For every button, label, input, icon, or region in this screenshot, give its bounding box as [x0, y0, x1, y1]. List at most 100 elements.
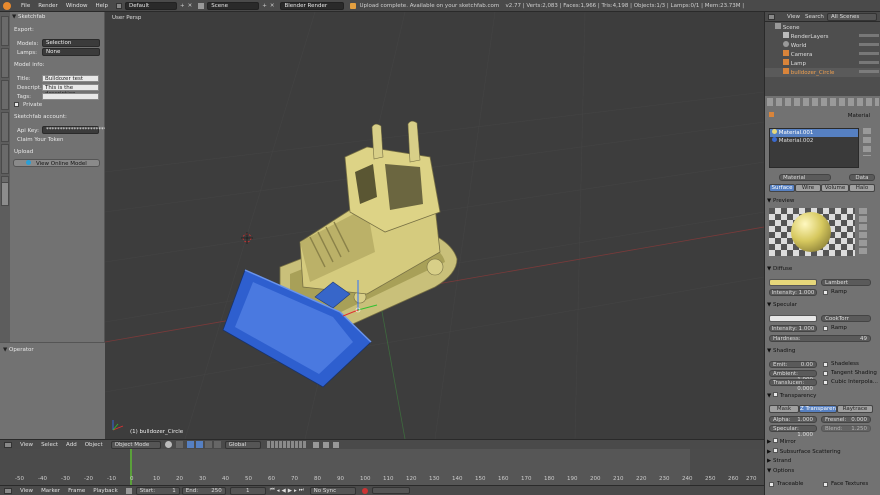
material-name-field[interactable]: Material [779, 174, 831, 181]
transparency-header[interactable]: ▼ Transparency [767, 392, 877, 399]
shading-icon[interactable] [164, 441, 172, 448]
specular-shader-dropdown[interactable]: CookTorr [821, 315, 871, 322]
lock-icon[interactable] [312, 441, 319, 448]
specular-header[interactable]: ▼ Specular [767, 302, 877, 308]
operator-header[interactable]: ▼ Operator [3, 347, 34, 353]
start-frame-field[interactable]: Start: 1 [135, 486, 180, 495]
view-online-button[interactable]: View Online Model [13, 159, 100, 167]
strand-header[interactable]: ▶ Strand [767, 458, 877, 464]
cubic-interpolation-checkbox[interactable] [823, 380, 828, 385]
menu-marker[interactable]: Marker [37, 488, 64, 494]
emit-field[interactable]: Emit: 0.00 [769, 361, 817, 368]
snap-icon[interactable] [322, 441, 329, 448]
diffuse-color-swatch[interactable] [769, 279, 817, 286]
tab-wire[interactable]: Wire [795, 184, 821, 192]
tangent-shading-checkbox[interactable] [823, 371, 828, 376]
collapse-arrow-icon[interactable]: ▼ [3, 347, 7, 353]
layout-close-button[interactable]: ✕ [188, 3, 193, 9]
manipulator-toggle-icon[interactable] [186, 441, 194, 448]
material-slot[interactable]: Material.001 [770, 129, 858, 137]
next-keyframe-button[interactable]: ▸ [294, 488, 297, 494]
collapse-arrow-icon[interactable]: ▼ [12, 14, 16, 20]
material-slot[interactable]: Material.002 [770, 137, 858, 145]
preview-type-buttons[interactable] [859, 208, 867, 254]
scene-add-button[interactable]: + [262, 3, 267, 9]
screen-layout-icon[interactable] [116, 2, 123, 9]
material-slot-list[interactable]: Material.001 Material.002 [769, 128, 859, 168]
preview-range-icon[interactable] [125, 487, 132, 494]
rotate-icon[interactable] [204, 441, 212, 448]
specular-ramp-checkbox[interactable] [823, 326, 828, 331]
menu-render[interactable]: Render [34, 3, 62, 9]
pivot-icon[interactable] [175, 441, 183, 448]
preview-header[interactable]: ▼ Preview [767, 198, 877, 204]
translate-icon[interactable] [195, 441, 203, 448]
tab-physics[interactable] [1, 144, 9, 174]
diffuse-intensity-field[interactable]: Intensity: 1.000 [769, 289, 817, 296]
hardness-field[interactable]: Hardness: 49 [769, 335, 871, 342]
tab-create[interactable] [1, 48, 9, 78]
outliner-item-scene[interactable]: Scene [765, 23, 880, 32]
fresnel-field[interactable]: Fresnel: 0.000 [821, 416, 871, 423]
face-textures-checkbox[interactable] [823, 482, 828, 487]
tab-relations[interactable] [1, 80, 9, 110]
panel-header[interactable]: ▼ Sketchfab [12, 14, 45, 20]
lamps-dropdown[interactable]: None [42, 48, 100, 56]
diffuse-header[interactable]: ▼ Diffuse [767, 266, 877, 272]
traceable-checkbox[interactable] [769, 482, 774, 487]
mirror-checkbox[interactable] [772, 438, 778, 443]
scene-selector[interactable]: Scene [207, 1, 260, 10]
menu-view[interactable]: View [16, 488, 37, 494]
blend-field[interactable]: Blend: 1.250 [821, 425, 871, 432]
models-dropdown[interactable]: Selection [42, 39, 100, 47]
tab-animation[interactable] [1, 112, 9, 142]
render-icon[interactable] [332, 441, 339, 448]
jump-start-button[interactable]: ⏮ [270, 487, 275, 494]
layers-grid[interactable] [266, 441, 307, 448]
sss-header[interactable]: ▶ Subsurface Scattering [767, 448, 877, 455]
api-key-input[interactable]: ********************** [42, 126, 107, 134]
tab-tools[interactable] [1, 16, 9, 46]
scene-close-button[interactable]: ✕ [270, 3, 275, 9]
menu-help[interactable]: Help [92, 3, 113, 9]
menu-view[interactable]: View [16, 442, 37, 448]
transparency-checkbox[interactable] [772, 392, 778, 397]
menu-window[interactable]: Window [62, 3, 92, 9]
transparency-ztransp-tab[interactable]: Z Transparen [799, 405, 837, 413]
title-input[interactable]: Bulldozer test [42, 75, 99, 82]
menu-file[interactable]: File [17, 3, 34, 9]
mirror-header[interactable]: ▶ Mirror [767, 438, 877, 445]
outliner-filter[interactable]: All Scenes [827, 13, 877, 21]
transparency-raytrace-tab[interactable]: Raytrace [837, 405, 873, 413]
description-input[interactable]: This is the description [42, 84, 99, 97]
editor-type-icon[interactable] [4, 441, 12, 448]
alpha-field[interactable]: Alpha: 1.000 [769, 416, 817, 423]
shading-header[interactable]: ▼ Shading [767, 348, 877, 354]
claim-token-link[interactable]: Claim Your Token [17, 137, 64, 143]
keying-set-field[interactable] [371, 487, 410, 494]
editor-type-icon[interactable] [768, 14, 775, 20]
sync-selector[interactable]: No Sync [309, 486, 356, 495]
options-header[interactable]: ▼ Options [767, 468, 877, 474]
play-reverse-button[interactable]: ◀ [281, 488, 285, 494]
orientation-selector[interactable]: Global [224, 440, 261, 449]
menu-select[interactable]: Select [37, 442, 62, 448]
menu-add[interactable]: Add [62, 442, 81, 448]
diffuse-ramp-checkbox[interactable] [823, 290, 828, 295]
data-field[interactable]: Data [849, 174, 875, 181]
current-frame-field[interactable]: 1 [229, 486, 266, 495]
specular-color-swatch[interactable] [769, 315, 817, 322]
tags-input[interactable] [42, 93, 99, 100]
sss-checkbox[interactable] [772, 448, 778, 453]
specular-intensity-field[interactable]: Intensity: 1.000 [769, 325, 817, 332]
menu-playback[interactable]: Playback [89, 488, 122, 494]
menu-object[interactable]: Object [81, 442, 107, 448]
translucency-field[interactable]: Translucen: 0.000 [769, 379, 817, 392]
layout-selector[interactable]: Default [125, 1, 178, 10]
diffuse-shader-dropdown[interactable]: Lambert [821, 279, 871, 286]
timeline[interactable]: -50 -40 -30 -20 -10 0 10 20 30 40 50 60 … [0, 449, 764, 485]
tab-halo[interactable]: Halo [849, 184, 875, 192]
menu-frame[interactable]: Frame [64, 488, 89, 494]
slot-buttons[interactable] [863, 128, 871, 156]
blender-logo-icon[interactable] [3, 1, 11, 10]
